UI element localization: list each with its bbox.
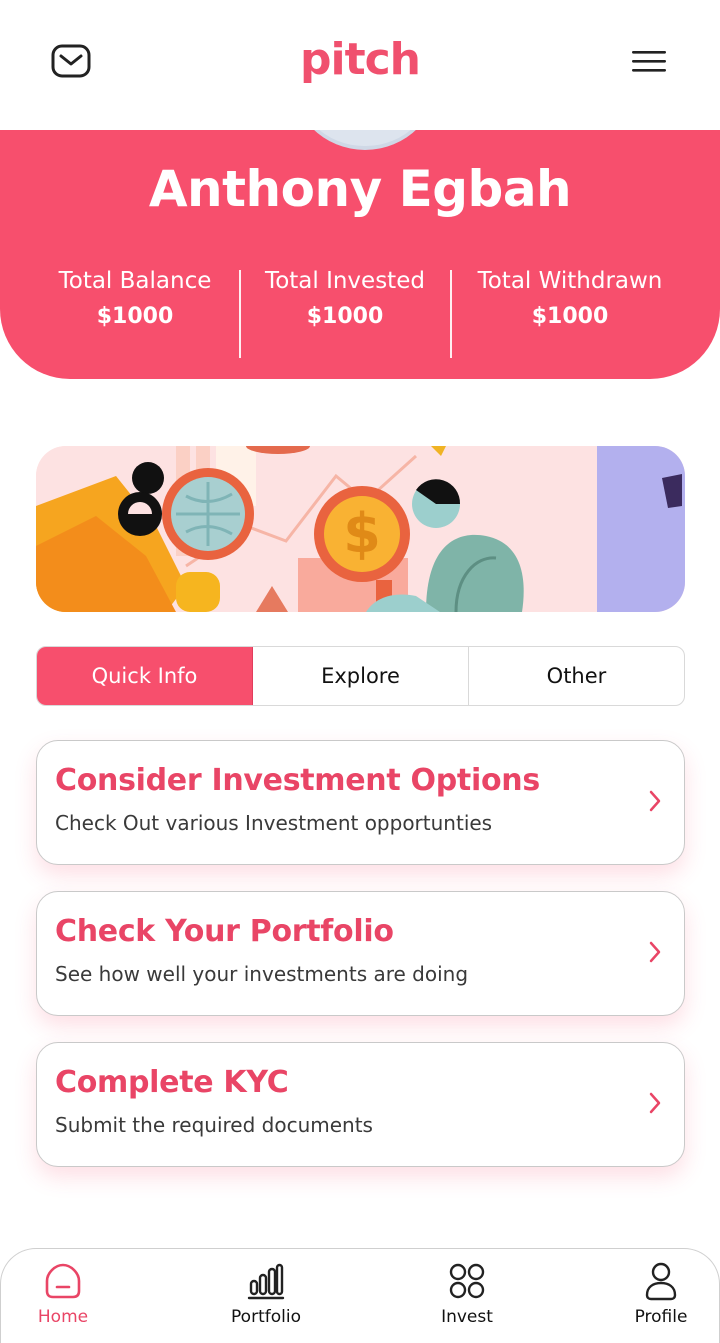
stat-label: Total Balance <box>58 268 212 294</box>
stat-label: Total Withdrawn <box>477 268 663 294</box>
svg-text:$: $ <box>343 502 381 565</box>
stat-value: $1000 <box>306 304 384 329</box>
bottom-navigation: Home Portfolio Invest Profile <box>0 1248 720 1343</box>
top-app-bar: pitch <box>0 0 720 130</box>
tab-explore[interactable]: Explore <box>253 647 469 705</box>
nav-invest[interactable]: Invest <box>407 1261 527 1327</box>
card-complete-kyc[interactable]: Complete KYC Submit the required documen… <box>36 1042 685 1167</box>
card-title: Check Your Portfolio <box>55 914 394 949</box>
user-name: Anthony Egbah <box>148 160 572 218</box>
chevron-right-icon <box>649 1092 661 1114</box>
card-title: Consider Investment Options <box>55 763 540 798</box>
stat-total-invested: Total Invested $1000 <box>250 268 440 329</box>
card-description: Submit the required documents <box>55 1113 373 1137</box>
nav-portfolio[interactable]: Portfolio <box>206 1261 326 1327</box>
hamburger-menu-icon <box>632 51 666 72</box>
user-icon <box>645 1262 677 1301</box>
card-description: Check Out various Investment opportuntie… <box>55 811 493 835</box>
nav-label: Invest <box>441 1307 493 1327</box>
stat-value: $1000 <box>96 304 174 329</box>
stat-label: Total Invested <box>265 268 425 294</box>
menu-button[interactable] <box>632 50 668 74</box>
nav-label: Portfolio <box>231 1307 301 1327</box>
tab-other[interactable]: Other <box>469 647 684 705</box>
bar-chart-icon <box>247 1263 285 1300</box>
promo-banner[interactable]: $ <box>36 446 685 612</box>
card-check-portfolio[interactable]: Check Your Portfolio See how well your i… <box>36 891 685 1016</box>
chevron-right-icon <box>649 941 661 963</box>
card-title: Complete KYC <box>55 1065 289 1100</box>
card-investment-options[interactable]: Consider Investment Options Check Out va… <box>36 740 685 865</box>
stat-value: $1000 <box>531 304 609 329</box>
stat-total-withdrawn: Total Withdrawn $1000 <box>462 268 678 329</box>
app-logo: pitch <box>299 34 421 85</box>
profile-summary: Anthony Egbah Total Balance $1000 Total … <box>0 130 720 379</box>
stat-divider <box>450 270 452 358</box>
stat-divider <box>239 270 241 358</box>
stat-total-balance: Total Balance $1000 <box>40 268 230 329</box>
info-tabs: Quick Info Explore Other <box>36 646 685 706</box>
card-description: See how well your investments are doing <box>55 962 469 986</box>
nav-label: Home <box>37 1307 89 1327</box>
chevron-right-icon <box>649 790 661 812</box>
nav-label: Profile <box>634 1307 688 1327</box>
tab-quick-info[interactable]: Quick Info <box>37 647 253 705</box>
home-icon <box>45 1263 81 1299</box>
nav-home[interactable]: Home <box>3 1261 123 1327</box>
grid-circles-icon <box>449 1263 485 1299</box>
nav-profile[interactable]: Profile <box>601 1261 720 1327</box>
investment-illustration: $ <box>36 446 685 612</box>
